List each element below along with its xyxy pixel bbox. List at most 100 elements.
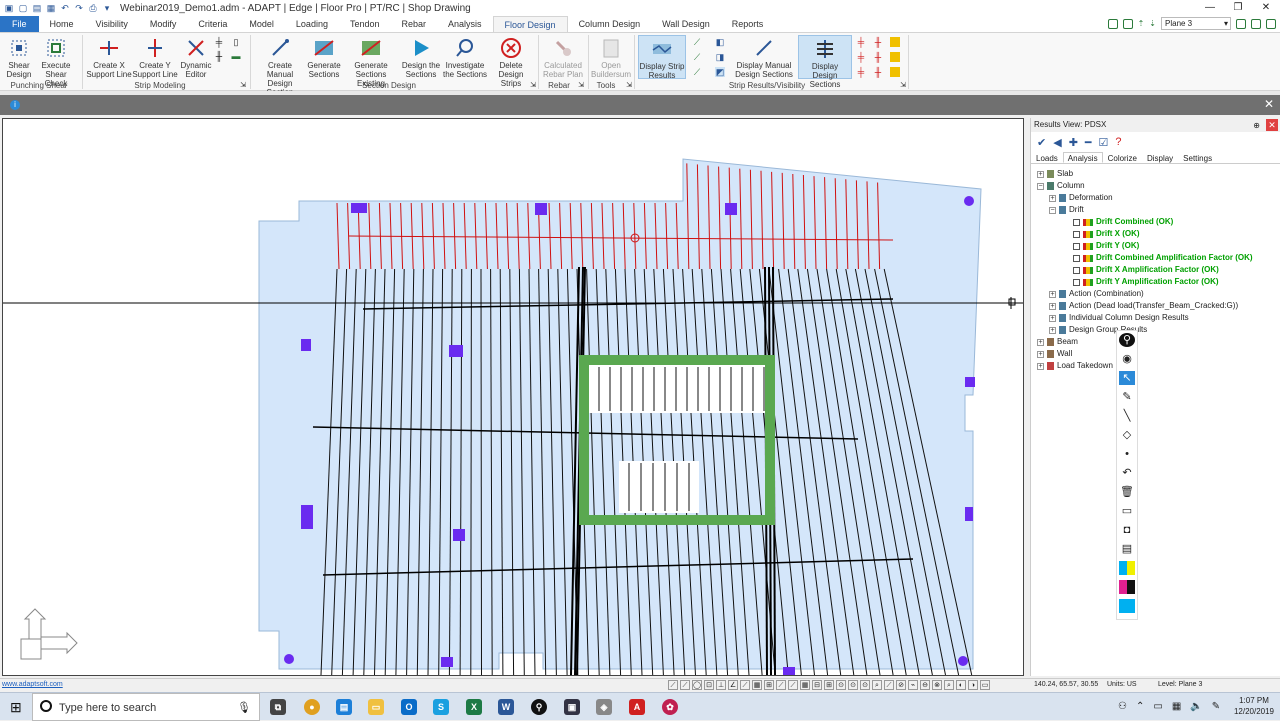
view-icon[interactable]: ⊘ xyxy=(896,680,906,690)
tab-tendon[interactable]: Tendon xyxy=(339,16,391,32)
tree-item-individual-column-design[interactable]: + Individual Column Design Results xyxy=(1049,312,1189,324)
color-palette-icon[interactable] xyxy=(1119,561,1135,575)
group-launcher-icon[interactable]: ⇲ xyxy=(238,81,248,91)
tab-colorize[interactable]: Colorize xyxy=(1103,152,1142,163)
tree-item-column[interactable]: − Column xyxy=(1037,180,1085,192)
snap-icon[interactable]: ⊞ xyxy=(824,680,834,690)
add-icon[interactable]: ✚ xyxy=(1069,136,1078,149)
column[interactable] xyxy=(783,667,795,675)
view-3d-icon[interactable] xyxy=(1107,18,1118,29)
tree-item-beam[interactable]: + Beam xyxy=(1037,336,1078,348)
color-icon[interactable] xyxy=(890,67,900,77)
excel-icon[interactable]: X xyxy=(466,699,482,715)
edit-icon[interactable]: ▯ xyxy=(231,37,241,47)
snap-icon[interactable]: ▦ xyxy=(752,680,762,690)
display-design-sections-button[interactable]: Display Design Sections xyxy=(798,35,852,89)
tree-item-drift-x[interactable]: Drift X (OK) xyxy=(1073,228,1140,240)
eraser-icon[interactable]: ◇ xyxy=(1119,428,1135,442)
column[interactable] xyxy=(449,345,463,357)
tree-item-drift-y[interactable]: Drift Y (OK) xyxy=(1073,240,1139,252)
trash-icon[interactable]: 🗑 xyxy=(1119,485,1135,499)
zoom-icon[interactable]: ⊙ xyxy=(836,680,846,690)
tree-item-action-dead-load[interactable]: + Action (Dead load(Transfer_Beam_Cracked… xyxy=(1049,300,1238,312)
snap-icon[interactable]: ▦ xyxy=(800,680,810,690)
battery-icon[interactable]: ▭ xyxy=(1153,701,1162,712)
microphone-icon[interactable]: 🎙 xyxy=(237,701,251,714)
drawing-canvas[interactable] xyxy=(2,118,1024,676)
create-x-support-line-button[interactable]: Create X Support Line xyxy=(86,35,132,79)
people-icon[interactable]: ⚇ xyxy=(1118,701,1127,712)
monitor-icon[interactable]: ▭ xyxy=(1119,504,1135,518)
tree-item-action-combination[interactable]: + Action (Combination) xyxy=(1049,288,1144,300)
adapt-icon[interactable]: ▣ xyxy=(564,699,580,715)
tab-analysis-results[interactable]: Analysis xyxy=(1062,152,1103,163)
folder-icon[interactable]: ▭ xyxy=(368,699,384,715)
clock[interactable]: 1:07 PM 12/20/2019 xyxy=(1234,695,1274,717)
dynamic-editor-button[interactable]: Dynamic Editor xyxy=(178,35,214,79)
network-icon[interactable]: ▦ xyxy=(1172,701,1181,712)
tree-item-deformation[interactable]: + Deformation xyxy=(1049,192,1113,204)
check-all-icon[interactable]: ☑ xyxy=(1099,136,1109,149)
strip-toggle-icon[interactable]: ╫ xyxy=(873,52,883,62)
snap-icon[interactable]: ⊥ xyxy=(716,680,726,690)
tab-loads[interactable]: Loads xyxy=(1031,152,1063,163)
snap-icon[interactable]: ⊟ xyxy=(812,680,822,690)
tab-analysis[interactable]: Analysis xyxy=(437,16,493,32)
tab-rebar[interactable]: Rebar xyxy=(391,16,438,32)
column[interactable] xyxy=(964,196,974,206)
app-icon[interactable]: ✿ xyxy=(662,699,678,715)
layers-icon[interactable] xyxy=(1122,18,1133,29)
tab-visibility[interactable]: Visibility xyxy=(85,16,139,32)
result-view-icon[interactable]: ◩ xyxy=(715,67,725,77)
strip-toggle-icon[interactable]: ╫ xyxy=(873,37,883,47)
pin-icon[interactable]: ⊕ xyxy=(1253,119,1260,133)
snap-icon[interactable]: ⟋ xyxy=(740,680,750,690)
strip-toggle-icon[interactable]: ╫ xyxy=(873,67,883,77)
snap-icon[interactable]: ∠ xyxy=(728,680,738,690)
result-type-icon[interactable]: ⟋ xyxy=(692,67,702,77)
tree-item-load-takedown[interactable]: + Load Takedown xyxy=(1037,360,1113,372)
column[interactable] xyxy=(965,377,975,387)
view-icon[interactable]: ⌕ xyxy=(944,680,954,690)
column[interactable] xyxy=(958,656,968,666)
pointer-icon[interactable]: ↖ xyxy=(1119,371,1135,385)
apply-check-icon[interactable]: ✔ xyxy=(1037,136,1046,149)
column[interactable] xyxy=(725,203,737,215)
display-strip-results-button[interactable]: Display Strip Results xyxy=(638,35,686,80)
snap-icon[interactable]: ⊡ xyxy=(704,680,714,690)
view-icon[interactable]: ⌁ xyxy=(908,680,918,690)
tree-item-drift[interactable]: − Drift xyxy=(1049,204,1084,216)
grid-icon[interactable] xyxy=(1236,18,1246,29)
tab-modify[interactable]: Modify xyxy=(139,16,188,32)
column[interactable] xyxy=(284,654,294,664)
floor-plan-drawing[interactable] xyxy=(3,119,1023,675)
clipboard-icon[interactable]: ▤ xyxy=(1119,542,1135,556)
result-type-icon[interactable]: ⟋ xyxy=(692,52,702,62)
generate-sections-button[interactable]: Generate Sections xyxy=(306,35,342,79)
remove-icon[interactable]: ━ xyxy=(1085,136,1092,149)
column[interactable] xyxy=(351,203,367,213)
create-y-support-line-button[interactable]: Create Y Support Line xyxy=(132,35,178,79)
view-icon[interactable]: ◑ xyxy=(968,680,978,690)
eye-icon[interactable]: ◉ xyxy=(1119,352,1135,366)
tab-column-design[interactable]: Column Design xyxy=(568,16,652,32)
color-icon[interactable] xyxy=(890,37,900,47)
column[interactable] xyxy=(301,339,311,351)
snap-icon[interactable]: ⟋ xyxy=(776,680,786,690)
word-icon[interactable]: W xyxy=(498,699,514,715)
restore-icon[interactable]: ❐ xyxy=(1224,0,1252,16)
group-launcher-icon[interactable]: ⇲ xyxy=(624,81,634,91)
dropdown-icon[interactable]: ▾ xyxy=(102,3,112,13)
skype-icon[interactable]: S xyxy=(433,699,449,715)
tab-display[interactable]: Display xyxy=(1142,152,1178,163)
volume-icon[interactable]: 🔈 xyxy=(1190,701,1202,712)
column[interactable] xyxy=(965,507,973,521)
color-swatch-icon[interactable] xyxy=(1119,580,1135,594)
camera-icon[interactable]: ◘ xyxy=(1119,523,1135,537)
taskbar-search[interactable]: Type here to search 🎙 xyxy=(32,693,260,721)
tab-floor-design[interactable]: Floor Design xyxy=(492,16,568,32)
tree-item-drift-combined[interactable]: Drift Combined (OK) xyxy=(1073,216,1173,228)
column[interactable] xyxy=(453,529,465,541)
close-infobar-icon[interactable]: ✕ xyxy=(1264,97,1274,111)
result-view-icon[interactable]: ◧ xyxy=(715,37,725,47)
